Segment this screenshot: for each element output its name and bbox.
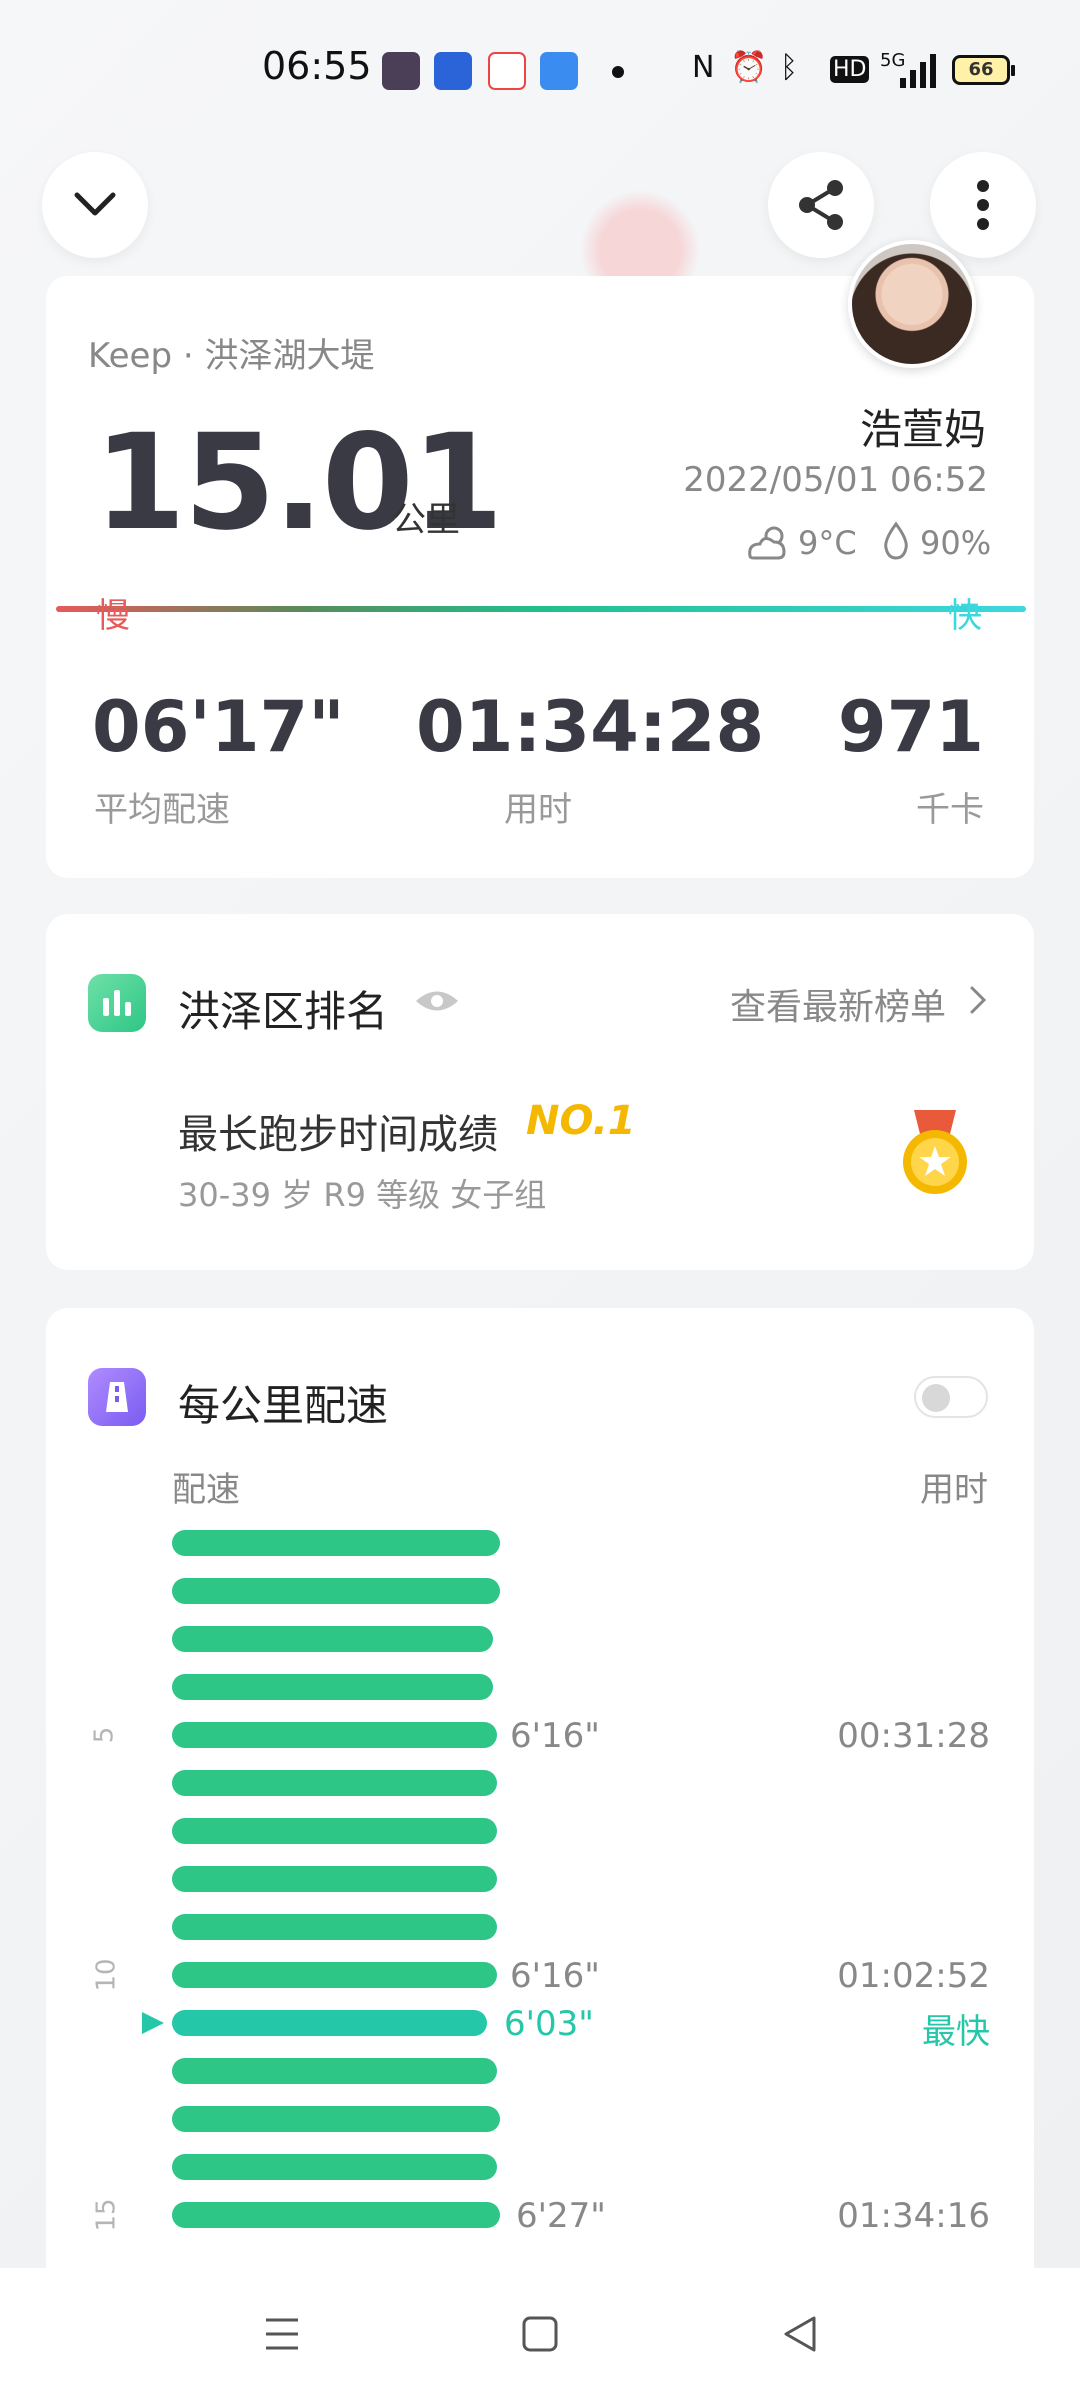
more-options-button[interactable]: [930, 152, 1036, 258]
signal-strength-icon: [900, 54, 936, 88]
system-navigation-bar: [0, 2268, 1080, 2400]
toggle-knob: [922, 1384, 950, 1412]
run-datetime: 2022/05/01 06:52: [683, 460, 988, 500]
humidity: 90%: [920, 524, 992, 562]
humidity-drop-icon: [884, 521, 908, 560]
pace-column-header: 配速: [172, 1470, 240, 1510]
chevron-down-icon: [74, 192, 116, 216]
cloud-app-icon: [540, 52, 578, 90]
chevron-right-icon[interactable]: [968, 984, 988, 1016]
calories-label: 千卡: [916, 790, 984, 830]
pace-bar-km-13: [172, 2106, 500, 2132]
pace-bar-km-11: [172, 2010, 487, 2036]
rank-badge: NO.1: [526, 1098, 636, 1144]
speed-gradient-line: [56, 606, 1026, 612]
ranking-chart-icon: [88, 974, 146, 1032]
group-label: 30-39 岁 R9 等级 女子组: [178, 1176, 547, 1214]
achievement-label: 最长跑步时间成绩: [178, 1112, 498, 1158]
km-axis-label-10: 10: [91, 1958, 122, 1992]
time-column-header: 用时: [920, 1470, 988, 1510]
status-bar: 06:55 N ⏰ ᛒ HD 5G 66: [0, 0, 1080, 140]
battery-icon: 66: [952, 55, 1015, 85]
share-icon: [799, 180, 843, 230]
fast-label: 快: [948, 596, 982, 636]
baidu-app-icon: [434, 52, 472, 90]
pace-annotation-15: 6'27": [516, 2196, 606, 2236]
more-vertical-icon: [977, 180, 989, 230]
notification-dot-icon: [612, 66, 624, 78]
pace-toggle[interactable]: [914, 1376, 988, 1418]
avatar[interactable]: [848, 240, 976, 368]
pace-bar-km-15: [172, 2202, 500, 2228]
pace-bar-km-2: [172, 1578, 500, 1604]
fastest-label: 最快: [922, 2012, 990, 2052]
menu-icon[interactable]: [262, 2314, 302, 2354]
collapse-button[interactable]: [42, 152, 148, 258]
view-leaderboard-link[interactable]: 查看最新榜单: [730, 978, 946, 1030]
avg-pace-label: 平均配速: [94, 790, 230, 830]
back-icon[interactable]: [780, 2314, 820, 2354]
bluetooth-icon: ᛒ: [780, 50, 798, 85]
status-time: 06:55: [262, 44, 372, 88]
pace-bar-km-14: [172, 2154, 497, 2180]
share-button[interactable]: [768, 152, 874, 258]
nfc-icon: N: [692, 50, 715, 85]
alarm-icon: ⏰: [730, 50, 768, 85]
time-annotation-5: 00:31:28: [837, 1716, 990, 1756]
avg-pace-value: 06'17": [92, 686, 345, 768]
temperature: 9°C: [798, 524, 857, 562]
slow-label: 慢: [96, 596, 130, 636]
fastest-pace: 6'03": [504, 2004, 594, 2044]
weather-cloud-sun-icon: [748, 526, 786, 560]
pace-title: 每公里配速: [178, 1381, 389, 1430]
road-icon: [88, 1368, 146, 1426]
calories-value: 971: [837, 686, 984, 768]
pace-bar-km-5: [172, 1722, 497, 1748]
pace-bar-km-12: [172, 2058, 497, 2084]
duration-label: 用时: [504, 790, 572, 830]
pace-bar-km-3: [172, 1626, 493, 1652]
medal-icon: [903, 1110, 967, 1194]
ranking-card[interactable]: [46, 914, 1034, 1270]
distance-unit: 公里: [392, 500, 460, 540]
pace-bar-km-7: [172, 1818, 497, 1844]
source-label: Keep · 洪泽湖大堤: [88, 336, 375, 376]
km-axis-label-5: 5: [89, 1726, 120, 1744]
duration-value: 01:34:28: [416, 686, 765, 768]
eye-icon[interactable]: [414, 986, 460, 1016]
pace-bar-km-9: [172, 1914, 497, 1940]
keep-app-icon: [382, 52, 420, 90]
km-axis-label-15: 15: [91, 2198, 122, 2232]
pace-bar-km-6: [172, 1770, 497, 1796]
hd-icon: HD: [830, 56, 870, 83]
user-name: 浩萱妈: [859, 405, 986, 454]
home-icon[interactable]: [520, 2314, 560, 2354]
pace-bar-km-1: [172, 1530, 500, 1556]
map-app-icon: [488, 52, 526, 90]
fastest-marker-icon: [142, 2012, 164, 2034]
pace-bar-km-8: [172, 1866, 497, 1892]
pace-bar-km-4: [172, 1674, 493, 1700]
time-annotation-10: 01:02:52: [837, 1956, 990, 1996]
pace-annotation-5: 6'16": [510, 1716, 600, 1756]
pace-annotation-10: 6'16": [510, 1956, 600, 1996]
time-annotation-15: 01:34:16: [837, 2196, 990, 2236]
pace-bar-km-10: [172, 1962, 497, 1988]
ranking-title: 洪泽区排名: [178, 987, 389, 1036]
